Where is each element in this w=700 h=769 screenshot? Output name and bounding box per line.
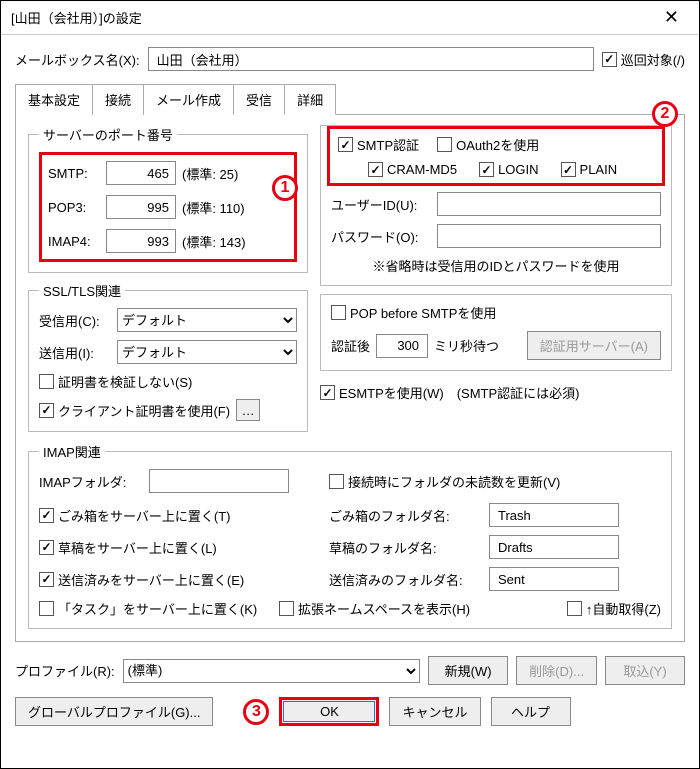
userid-input[interactable] xyxy=(437,192,661,216)
sent-folder-label: 送信済みのフォルダ名: xyxy=(329,570,479,589)
imap4-port-input[interactable] xyxy=(106,229,176,253)
cram-md5-checkbox[interactable]: CRAM-MD5 xyxy=(368,162,457,177)
imap-related-group: IMAP関連 IMAPフォルダ: 接続時にフォルダの未読数を更新(V) ごみ箱を… xyxy=(28,442,672,629)
callout-1: 1 xyxy=(272,175,298,201)
password-input[interactable] xyxy=(437,224,661,248)
titlebar: [山田（会社用）]の設定 ✕ xyxy=(1,1,699,35)
callout-2: 2 xyxy=(652,101,678,127)
login-checkbox[interactable]: LOGIN xyxy=(479,162,538,177)
ssl-group: SSL/TLS関連 受信用(C): デフォルト 送信用(I): xyxy=(28,281,308,432)
tab-strip: 基本設定 接続 メール作成 受信 詳細 xyxy=(15,83,685,115)
settings-dialog: [山田（会社用）]の設定 ✕ メールボックス名(X): 巡回対象(/) 基本設定… xyxy=(0,0,700,769)
ssl-recv-select[interactable]: デフォルト xyxy=(117,308,297,332)
wait-ms-input[interactable] xyxy=(376,334,428,358)
drafts-folder-label: 草稿のフォルダ名: xyxy=(329,538,479,557)
profile-import-button[interactable]: 取込(Y) xyxy=(605,656,685,685)
sent-on-server-checkbox[interactable]: 送信済みをサーバー上に置く(E) xyxy=(39,570,319,589)
auth-server-button[interactable]: 認証用サーバー(A) xyxy=(527,331,661,360)
client-cert-checkbox[interactable]: クライアント証明書を使用(F) xyxy=(39,401,230,420)
smtpauth-group: SMTP認証 OAuth2を使用 CRAM-MD5 xyxy=(320,125,672,286)
oauth2-checkbox[interactable]: OAuth2を使用 xyxy=(437,135,539,154)
esmtp-checkbox[interactable]: ESMTPを使用(W) (SMTP認証には必須) xyxy=(320,383,672,402)
tab-connection[interactable]: 接続 xyxy=(92,84,144,115)
port-legend: サーバーのポート番号 xyxy=(39,125,177,144)
client-cert-browse-button[interactable]: … xyxy=(236,399,260,421)
tab-compose[interactable]: メール作成 xyxy=(143,84,234,115)
profile-new-button[interactable]: 新規(W) xyxy=(428,656,508,685)
no-verify-cert-checkbox[interactable]: 証明書を検証しない(S) xyxy=(39,372,297,391)
plain-checkbox[interactable]: PLAIN xyxy=(561,162,618,177)
refresh-unread-checkbox[interactable]: 接続時にフォルダの未読数を更新(V) xyxy=(329,472,560,491)
tab-panel-detail: 1 2 サーバーのポート番号 SMTP: (標準: 25) xyxy=(15,115,685,642)
sent-folder-input[interactable] xyxy=(489,567,619,591)
mailbox-name-label: メールボックス名(X): xyxy=(15,50,140,69)
pop3-port-std: (標準: 110) xyxy=(182,198,245,217)
auto-fetch-checkbox[interactable]: ↑自動取得(Z) xyxy=(567,599,661,618)
trash-folder-input[interactable] xyxy=(489,503,619,527)
pop-before-smtp-group: POP before SMTPを使用 認証後 ミリ秒待つ 認証用サーバー(A) xyxy=(320,294,672,371)
smtp-port-label: SMTP: xyxy=(48,166,100,181)
ssl-legend: SSL/TLS関連 xyxy=(39,281,125,300)
smtp-port-input[interactable] xyxy=(106,161,176,185)
ssl-send-label: 送信用(I): xyxy=(39,343,111,362)
wait-suffix-label: ミリ秒待つ xyxy=(434,336,499,355)
cancel-button[interactable]: キャンセル xyxy=(389,697,480,726)
tab-basic[interactable]: 基本設定 xyxy=(15,84,93,115)
imap-folder-label: IMAPフォルダ: xyxy=(39,472,139,491)
trash-folder-label: ごみ箱のフォルダ名: xyxy=(329,506,479,525)
task-on-server-checkbox[interactable]: 「タスク」をサーバー上に置く(K) xyxy=(39,599,269,618)
userid-label: ユーザーID(U): xyxy=(331,195,431,214)
callout-3: 3 xyxy=(243,699,269,725)
smtpauth-note: ※省略時は受信用のIDとパスワードを使用 xyxy=(331,256,661,275)
profile-label: プロファイル(R): xyxy=(15,661,115,680)
mailbox-name-input[interactable] xyxy=(148,47,594,71)
imap-folder-input[interactable] xyxy=(149,469,289,493)
drafts-on-server-checkbox[interactable]: 草稿をサーバー上に置く(L) xyxy=(39,538,319,557)
tab-detail[interactable]: 詳細 xyxy=(284,84,336,115)
trash-on-server-checkbox[interactable]: ごみ箱をサーバー上に置く(T) xyxy=(39,506,319,525)
ext-namespace-checkbox[interactable]: 拡張ネームスペースを表示(H) xyxy=(279,599,489,618)
profile-select[interactable]: (標準) xyxy=(123,659,420,683)
imap4-port-label: IMAP4: xyxy=(48,234,100,249)
ssl-recv-label: 受信用(C): xyxy=(39,311,111,330)
imap-related-legend: IMAP関連 xyxy=(39,442,105,461)
pop3-port-input[interactable] xyxy=(106,195,176,219)
port-group: サーバーのポート番号 SMTP: (標準: 25) POP3: xyxy=(28,125,308,273)
profile-delete-button[interactable]: 削除(D)... xyxy=(516,656,597,685)
tab-receive[interactable]: 受信 xyxy=(233,84,285,115)
smtp-port-std: (標準: 25) xyxy=(182,164,238,183)
imap4-port-std: (標準: 143) xyxy=(182,232,246,251)
ssl-send-select[interactable]: デフォルト xyxy=(117,340,297,364)
close-icon[interactable]: ✕ xyxy=(652,5,691,30)
pop3-port-label: POP3: xyxy=(48,200,100,215)
smtp-auth-checkbox[interactable]: SMTP認証 xyxy=(338,135,419,154)
pop-before-smtp-checkbox[interactable]: POP before SMTPを使用 xyxy=(331,303,496,322)
content-area: メールボックス名(X): 巡回対象(/) 基本設定 接続 メール作成 受信 詳細… xyxy=(1,35,699,736)
window-title: [山田（会社用）]の設定 xyxy=(11,8,142,27)
drafts-folder-input[interactable] xyxy=(489,535,619,559)
help-button[interactable]: ヘルプ xyxy=(491,697,571,726)
ok-button[interactable]: OK xyxy=(279,697,379,726)
password-label: パスワード(O): xyxy=(331,227,431,246)
circulate-checkbox[interactable]: 巡回対象(/) xyxy=(602,50,685,69)
global-profile-button[interactable]: グローバルプロファイル(G)... xyxy=(15,697,213,726)
wait-prefix-label: 認証後 xyxy=(331,336,370,355)
